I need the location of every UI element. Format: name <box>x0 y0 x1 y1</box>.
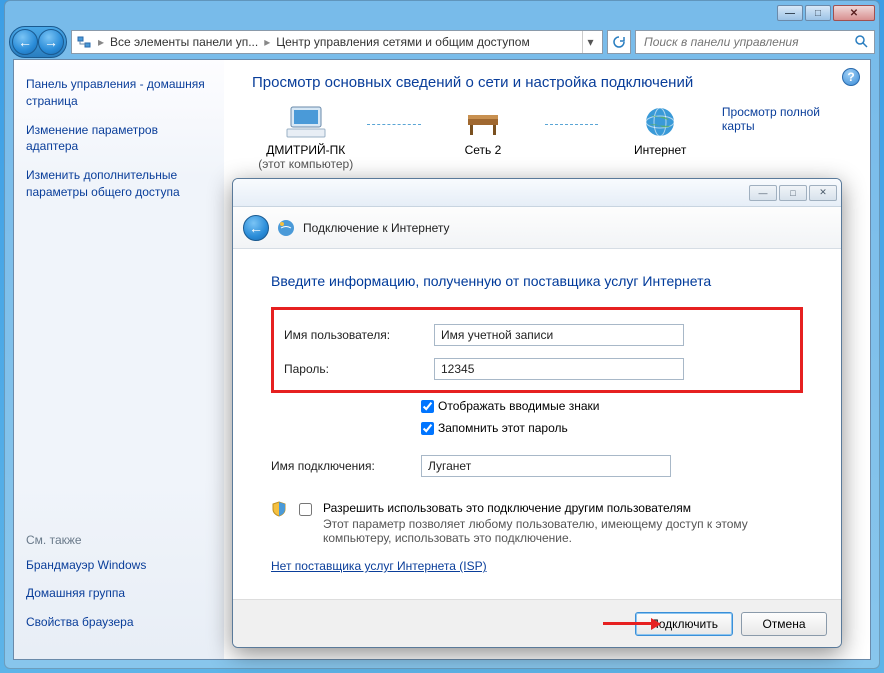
chevron-down-icon[interactable]: ▾ <box>582 31 598 53</box>
dialog-heading: Введите информацию, полученную от постав… <box>271 273 803 289</box>
connection-name-label: Имя подключения: <box>271 459 421 473</box>
connection-name-input[interactable] <box>421 455 671 477</box>
network-connector <box>545 124 599 125</box>
username-input[interactable] <box>434 324 684 346</box>
sidebar: Панель управления - домашняя страница Из… <box>14 60 224 659</box>
search-box[interactable] <box>635 30 875 54</box>
show-chars-label: Отображать вводимые знаки <box>438 399 599 413</box>
network-node-network: Сеть 2 <box>429 105 536 171</box>
no-isp-link[interactable]: Нет поставщика услуг Интернета (ISP) <box>271 559 487 573</box>
node-label: Сеть 2 <box>465 143 502 157</box>
network-icon <box>76 34 92 50</box>
chevron-right-icon: ▸ <box>98 35 104 49</box>
sidebar-link-firewall[interactable]: Брандмауэр Windows <box>26 557 212 574</box>
dialog-close-button[interactable]: ✕ <box>809 185 837 201</box>
wizard-icon <box>277 219 295 237</box>
network-node-computer: ДМИТРИЙ-ПК (этот компьютер) <box>252 105 359 171</box>
dialog-back-button[interactable]: ← <box>243 215 269 241</box>
password-input[interactable] <box>434 358 684 380</box>
chevron-right-icon: ▸ <box>264 35 270 49</box>
refresh-button[interactable] <box>607 30 631 54</box>
sidebar-link-browser[interactable]: Свойства браузера <box>26 614 212 631</box>
search-icon[interactable] <box>854 34 868 51</box>
username-label: Имя пользователя: <box>284 328 434 342</box>
sidebar-link-adapter[interactable]: Изменение параметров адаптера <box>26 122 212 156</box>
dialog-title: Подключение к Интернету <box>303 221 450 235</box>
window-close-button[interactable]: ✕ <box>833 5 875 21</box>
allow-others-label: Разрешить использовать это подключение д… <box>323 501 803 515</box>
full-map-link[interactable]: Просмотр полной карты <box>722 105 842 133</box>
node-label: Интернет <box>634 143 686 157</box>
remember-checkbox[interactable] <box>421 422 434 435</box>
network-node-internet: Интернет <box>606 105 713 171</box>
cancel-button[interactable]: Отмена <box>741 612 827 636</box>
back-button[interactable]: ← <box>12 29 38 55</box>
node-sublabel: (этот компьютер) <box>258 157 353 171</box>
node-label: ДМИТРИЙ-ПК <box>266 143 345 157</box>
remember-label: Запомнить этот пароль <box>438 421 568 435</box>
breadcrumb-item[interactable]: Все элементы панели уп... <box>110 35 258 49</box>
forward-button[interactable]: → <box>38 29 64 55</box>
dialog-minimize-button[interactable]: — <box>749 185 777 201</box>
page-title: Просмотр основных сведений о сети и наст… <box>252 74 842 91</box>
search-input[interactable] <box>642 34 850 50</box>
sidebar-link-homegroup[interactable]: Домашняя группа <box>26 585 212 602</box>
network-connector <box>367 124 421 125</box>
allow-others-desc: Этот параметр позволяет любому пользоват… <box>323 517 803 545</box>
connect-dialog: — □ ✕ ← Подключение к Интернету Введите … <box>232 178 842 648</box>
show-chars-checkbox[interactable] <box>421 400 434 413</box>
window-maximize-button[interactable]: □ <box>805 5 831 21</box>
annotation-arrow <box>603 618 661 630</box>
sidebar-home-link[interactable]: Панель управления - домашняя страница <box>26 76 212 110</box>
computer-icon <box>285 105 327 139</box>
sidebar-link-sharing[interactable]: Изменить дополнительные параметры общего… <box>26 167 212 201</box>
globe-icon <box>639 105 681 139</box>
nav-buttons: ← → <box>9 26 67 58</box>
allow-others-checkbox[interactable] <box>299 503 312 516</box>
see-also-label: См. также <box>26 533 212 547</box>
window-minimize-button[interactable]: — <box>777 5 803 21</box>
highlight-box: Имя пользователя: Пароль: <box>271 307 803 393</box>
dialog-maximize-button[interactable]: □ <box>779 185 807 201</box>
shield-icon <box>271 501 287 517</box>
password-label: Пароль: <box>284 362 434 376</box>
bench-icon <box>462 105 504 139</box>
breadcrumb-item[interactable]: Центр управления сетями и общим доступом <box>276 35 530 49</box>
address-bar[interactable]: ▸ Все элементы панели уп... ▸ Центр упра… <box>71 30 603 54</box>
help-icon[interactable]: ? <box>842 68 860 86</box>
